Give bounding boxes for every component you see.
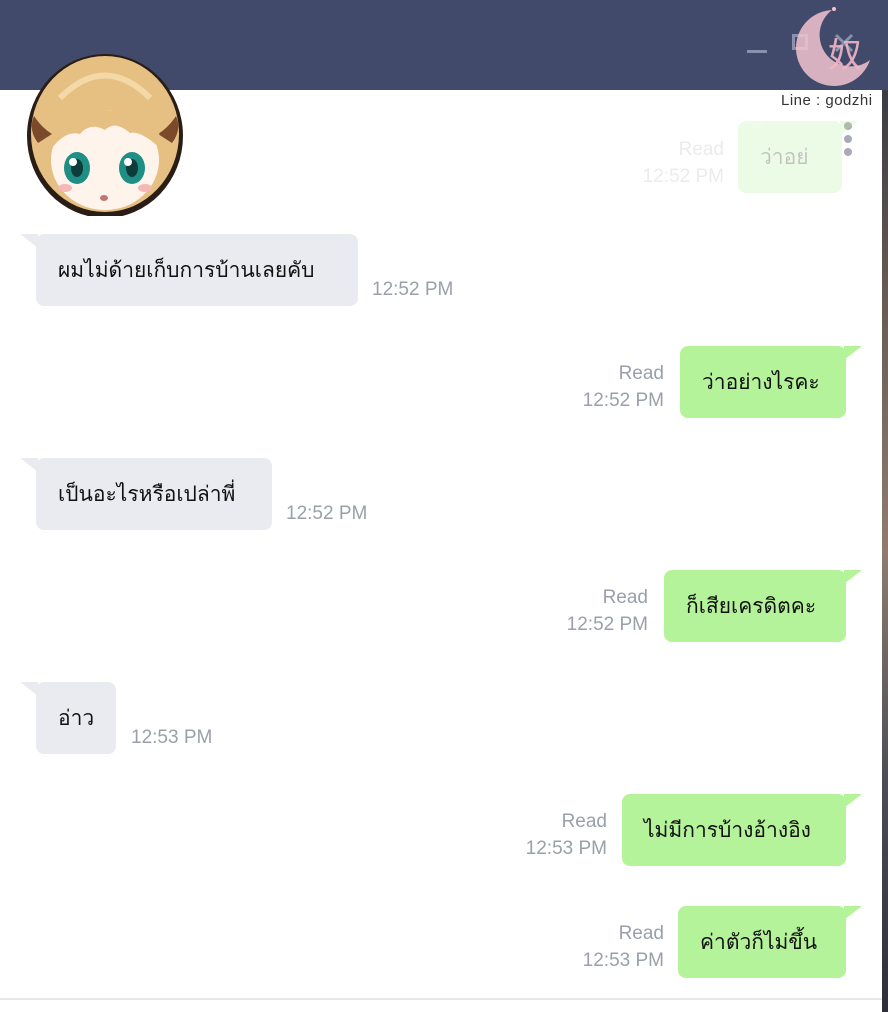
message-bubble-incoming: ผมไม่ด้ายเก็บการบ้านเลยคับ bbox=[20, 234, 358, 306]
message-meta: Read 12:52 PM bbox=[567, 584, 648, 638]
message-bubble-outgoing: ก็เสียเครดิตคะ bbox=[664, 570, 862, 642]
input-divider bbox=[0, 998, 882, 1000]
moon-logo-icon: 奴 bbox=[795, 7, 870, 86]
read-receipt: Read bbox=[618, 923, 664, 944]
message-bubble-outgoing: ว่าอย่ bbox=[738, 121, 858, 193]
read-receipt: Read bbox=[618, 363, 664, 384]
message-time: 12:52 PM bbox=[286, 503, 368, 524]
message-time: 12:53 PM bbox=[525, 838, 607, 859]
message-bubble-outgoing: ไม่มีการบ้างอ้างอิง bbox=[622, 794, 862, 866]
message-time: 12:53 PM bbox=[131, 727, 213, 748]
read-receipt: Read bbox=[561, 811, 607, 832]
message-bubble-outgoing: ค่าตัวก็ไม่ขึ้น bbox=[678, 906, 862, 978]
message-bubble-incoming: อ่าว bbox=[20, 682, 116, 754]
svg-text:奴: 奴 bbox=[828, 36, 862, 76]
message-meta: Read 12:52 PM bbox=[642, 139, 724, 187]
avatar bbox=[27, 54, 183, 216]
message-bubble-incoming: เป็นอะไรหรือเปล่าพี่ bbox=[20, 458, 272, 530]
minimize-button[interactable] bbox=[744, 30, 770, 56]
message-time: 12:53 PM bbox=[582, 950, 664, 971]
watermark-text: Line : godzhi bbox=[781, 92, 873, 109]
message-bubble-outgoing: ว่าอย่างไรคะ bbox=[680, 346, 862, 418]
message-time: 12:52 PM bbox=[372, 279, 454, 300]
minimize-icon bbox=[747, 50, 767, 53]
message-meta: Read 12:53 PM bbox=[526, 808, 607, 862]
background-edge bbox=[882, 90, 888, 1012]
read-receipt: Read bbox=[602, 587, 648, 608]
message-time: 12:52 PM bbox=[582, 390, 664, 411]
message-time: 12:52 PM bbox=[566, 614, 648, 635]
message-meta: Read 12:52 PM bbox=[583, 360, 664, 414]
message-meta: Read 12:53 PM bbox=[583, 920, 664, 974]
